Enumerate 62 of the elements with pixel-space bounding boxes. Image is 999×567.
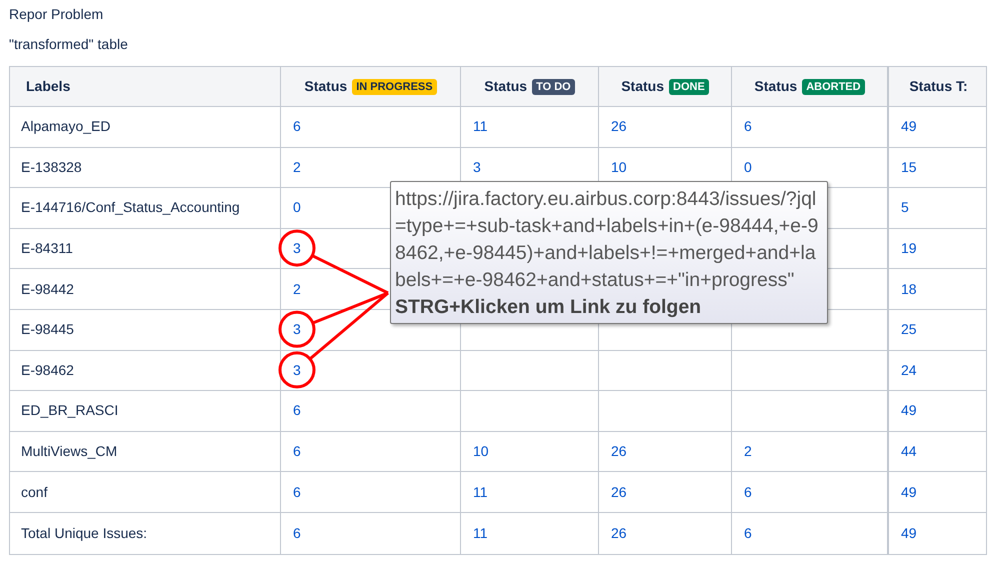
page-heading: Repor Problem (9, 6, 104, 22)
label-cell-text: Alpamayo_ED (21, 117, 110, 136)
count-link[interactable]: 25 (901, 319, 917, 340)
count-link[interactable]: 10 (473, 441, 489, 462)
label-cell-text: E-98462 (21, 360, 74, 380)
tooltip-url: https://jira.factory.eu.airbus.corp:8443/issues/?jql=type+=+sub-task+and+labels+in+(e-98444,+e-98462,+e-98445)+and+labels+!=+merged+and+labels+=+e-98462+and+status+=+"in+progress" (395, 187, 820, 293)
count-link[interactable]: 26 (611, 482, 627, 503)
label-cell-text: E-144716/Conf_Status_Accounting (21, 198, 240, 218)
status-lozenge: ABORTED (802, 78, 865, 94)
count-link[interactable]: 49 (901, 482, 917, 503)
count-link[interactable]: 6 (293, 441, 301, 462)
column-header: Status TO DO (460, 67, 598, 106)
label-cell-text: E-98445 (21, 320, 74, 340)
count-link[interactable]: 26 (611, 522, 627, 544)
count-link[interactable]: 6 (744, 116, 752, 138)
column-header: Status DONE (598, 67, 731, 106)
label-cell-text: Total Unique Issues: (21, 524, 148, 543)
count-link[interactable]: 0 (744, 156, 752, 178)
column-header: Status ABORTED (731, 67, 887, 106)
label-cell-text: E-138328 (21, 158, 82, 177)
status-lozenge: IN PROGRESS (352, 78, 437, 94)
count-link[interactable]: 3 (293, 238, 301, 260)
column-header: Labels (25, 77, 72, 96)
count-link[interactable]: 24 (901, 360, 917, 381)
label-cell-text: MultiViews_CM (21, 442, 118, 462)
label-cell-text: E-98442 (21, 280, 74, 299)
count-link[interactable]: 18 (901, 278, 917, 300)
count-link[interactable]: 3 (293, 360, 301, 381)
count-link[interactable]: 5 (901, 197, 909, 218)
column-header: Status T: (887, 67, 988, 106)
status-lozenge: DONE (669, 78, 709, 94)
label-cell-text: conf (21, 482, 48, 502)
count-link[interactable]: 2 (293, 156, 301, 178)
count-link[interactable]: 10 (611, 156, 627, 178)
count-link[interactable]: 49 (901, 400, 917, 422)
count-link[interactable]: 6 (293, 400, 301, 422)
count-link[interactable]: 6 (293, 116, 301, 138)
tooltip-hint: STRG+Klicken um Link zu folgen (395, 295, 702, 320)
label-cell-text: E-84311 (21, 239, 73, 258)
count-link[interactable]: 2 (744, 441, 752, 462)
count-link[interactable]: 11 (473, 482, 488, 503)
status-lozenge: TO DO (532, 78, 575, 94)
count-link[interactable]: 44 (901, 441, 917, 462)
count-link[interactable]: 19 (901, 238, 917, 260)
count-link[interactable]: 0 (293, 197, 301, 218)
count-link[interactable]: 3 (293, 319, 301, 340)
count-link[interactable]: 3 (473, 156, 481, 178)
count-link[interactable]: 6 (293, 482, 301, 503)
count-link[interactable]: 15 (901, 156, 917, 178)
count-link[interactable]: 11 (473, 522, 488, 544)
column-header: Status IN PROGRESS (280, 67, 460, 106)
count-link[interactable]: 49 (901, 522, 917, 544)
count-link[interactable]: 26 (611, 116, 627, 138)
count-link[interactable]: 11 (473, 116, 488, 138)
count-link[interactable]: 6 (293, 522, 301, 544)
count-link[interactable]: 2 (293, 278, 301, 300)
table-caption: "transformed" table (9, 36, 128, 52)
count-link[interactable]: 49 (901, 116, 917, 138)
count-link[interactable]: 6 (744, 482, 752, 503)
count-link[interactable]: 6 (744, 522, 752, 544)
count-link[interactable]: 26 (611, 441, 627, 462)
label-cell-text: ED_BR_RASCI (21, 401, 118, 420)
